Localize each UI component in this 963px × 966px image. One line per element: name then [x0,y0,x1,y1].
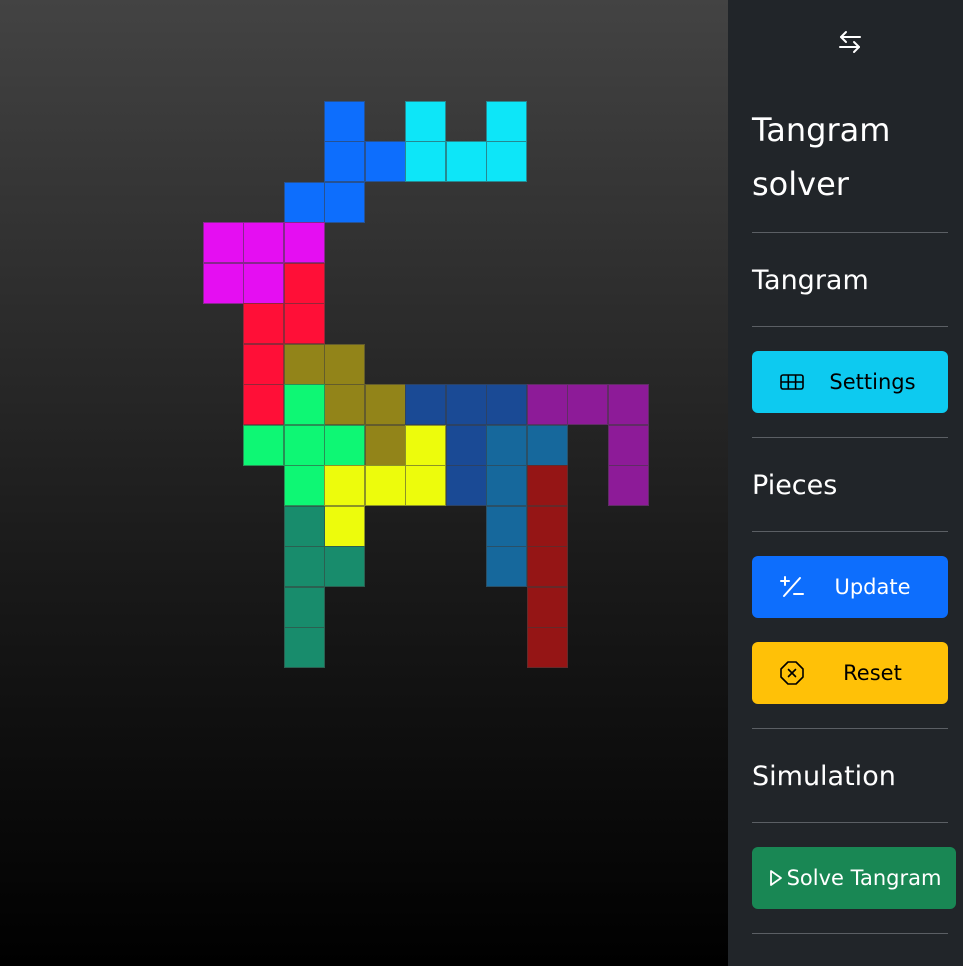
piece-cell-purple[interactable] [608,384,649,425]
piece-cell-green[interactable] [284,425,325,466]
grid-3x2-icon [777,367,807,397]
section-title-pieces: Pieces [752,470,838,501]
section-title-simulation: Simulation [752,761,896,792]
piece-cell-olive[interactable] [284,344,325,385]
reset-button-label: Reset [843,661,902,685]
piece-cell-teal[interactable] [284,506,325,547]
section-title-tangram: Tangram [752,265,869,296]
piece-cell-steel[interactable] [527,425,568,466]
piece-cell-purple[interactable] [608,465,649,506]
piece-cell-red[interactable] [243,303,284,344]
piece-cell-dark-red[interactable] [527,465,568,506]
divider [752,326,948,327]
piece-cell-yellow[interactable] [324,506,365,547]
play-icon [767,863,785,893]
piece-cell-magenta[interactable] [243,263,284,304]
piece-cell-steel[interactable] [486,506,527,547]
divider [752,437,948,438]
piece-cell-navy[interactable] [405,384,446,425]
x-octagon-icon [777,658,807,688]
update-button-label: Update [834,575,911,599]
piece-cell-cyan[interactable] [486,101,527,142]
tangram-canvas[interactable] [0,0,728,966]
piece-cell-magenta[interactable] [243,222,284,263]
piece-cell-navy[interactable] [446,425,487,466]
piece-cell-purple[interactable] [527,384,568,425]
solve-tangram-button[interactable]: Solve Tangram [752,847,956,909]
piece-cell-teal[interactable] [284,546,325,587]
piece-cell-magenta[interactable] [284,222,325,263]
page-title: Tangram solver [752,111,891,203]
divider [752,531,948,532]
piece-cell-dark-red[interactable] [527,506,568,547]
piece-cell-magenta[interactable] [203,222,244,263]
piece-cell-yellow[interactable] [405,465,446,506]
piece-cell-steel[interactable] [486,425,527,466]
piece-cell-cyan[interactable] [405,141,446,182]
piece-cell-red[interactable] [243,344,284,385]
update-button[interactable]: Update [752,556,948,618]
piece-cell-green[interactable] [284,465,325,506]
piece-cell-blue[interactable] [365,141,406,182]
app-window: Tangram solver Tangram Settings Pieces U… [0,0,963,966]
piece-cell-olive[interactable] [365,384,406,425]
piece-cell-navy[interactable] [446,465,487,506]
piece-cell-steel[interactable] [486,465,527,506]
piece-cell-red[interactable] [243,384,284,425]
piece-cell-yellow[interactable] [324,465,365,506]
piece-cell-red[interactable] [284,303,325,344]
plus-slash-minus-icon [777,572,807,602]
piece-cell-yellow[interactable] [365,465,406,506]
piece-cell-green[interactable] [284,384,325,425]
piece-cell-red[interactable] [284,263,325,304]
piece-cell-blue[interactable] [324,182,365,223]
piece-cell-green[interactable] [324,425,365,466]
piece-cell-dark-red[interactable] [527,546,568,587]
piece-cell-blue[interactable] [324,101,365,142]
arrows-left-right-icon [835,27,865,61]
piece-cell-olive[interactable] [365,425,406,466]
piece-cell-dark-red[interactable] [527,587,568,628]
piece-cell-yellow[interactable] [405,425,446,466]
solve-tangram-button-label: Solve Tangram [786,866,942,890]
piece-cell-dark-red[interactable] [527,627,568,668]
piece-cell-teal[interactable] [284,587,325,628]
piece-cell-navy[interactable] [486,384,527,425]
piece-cell-magenta[interactable] [203,263,244,304]
divider [752,822,948,823]
settings-button-label: Settings [829,370,916,394]
divider [752,232,948,233]
piece-cell-teal[interactable] [324,546,365,587]
piece-cell-blue[interactable] [284,182,325,223]
piece-cell-steel[interactable] [486,546,527,587]
piece-cell-olive[interactable] [324,384,365,425]
piece-cell-purple[interactable] [608,425,649,466]
piece-cell-purple[interactable] [567,384,608,425]
piece-cell-olive[interactable] [324,344,365,385]
piece-cell-teal[interactable] [284,627,325,668]
reset-button[interactable]: Reset [752,642,948,704]
piece-cell-cyan[interactable] [486,141,527,182]
sidebar-toggle-button[interactable] [828,26,872,62]
sidebar: Tangram solver Tangram Settings Pieces U… [728,0,963,966]
settings-button[interactable]: Settings [752,351,948,413]
piece-cell-navy[interactable] [446,384,487,425]
divider [752,728,948,729]
piece-cell-blue[interactable] [324,141,365,182]
piece-cell-cyan[interactable] [405,101,446,142]
piece-cell-green[interactable] [243,425,284,466]
piece-cell-cyan[interactable] [446,141,487,182]
divider [752,933,948,934]
